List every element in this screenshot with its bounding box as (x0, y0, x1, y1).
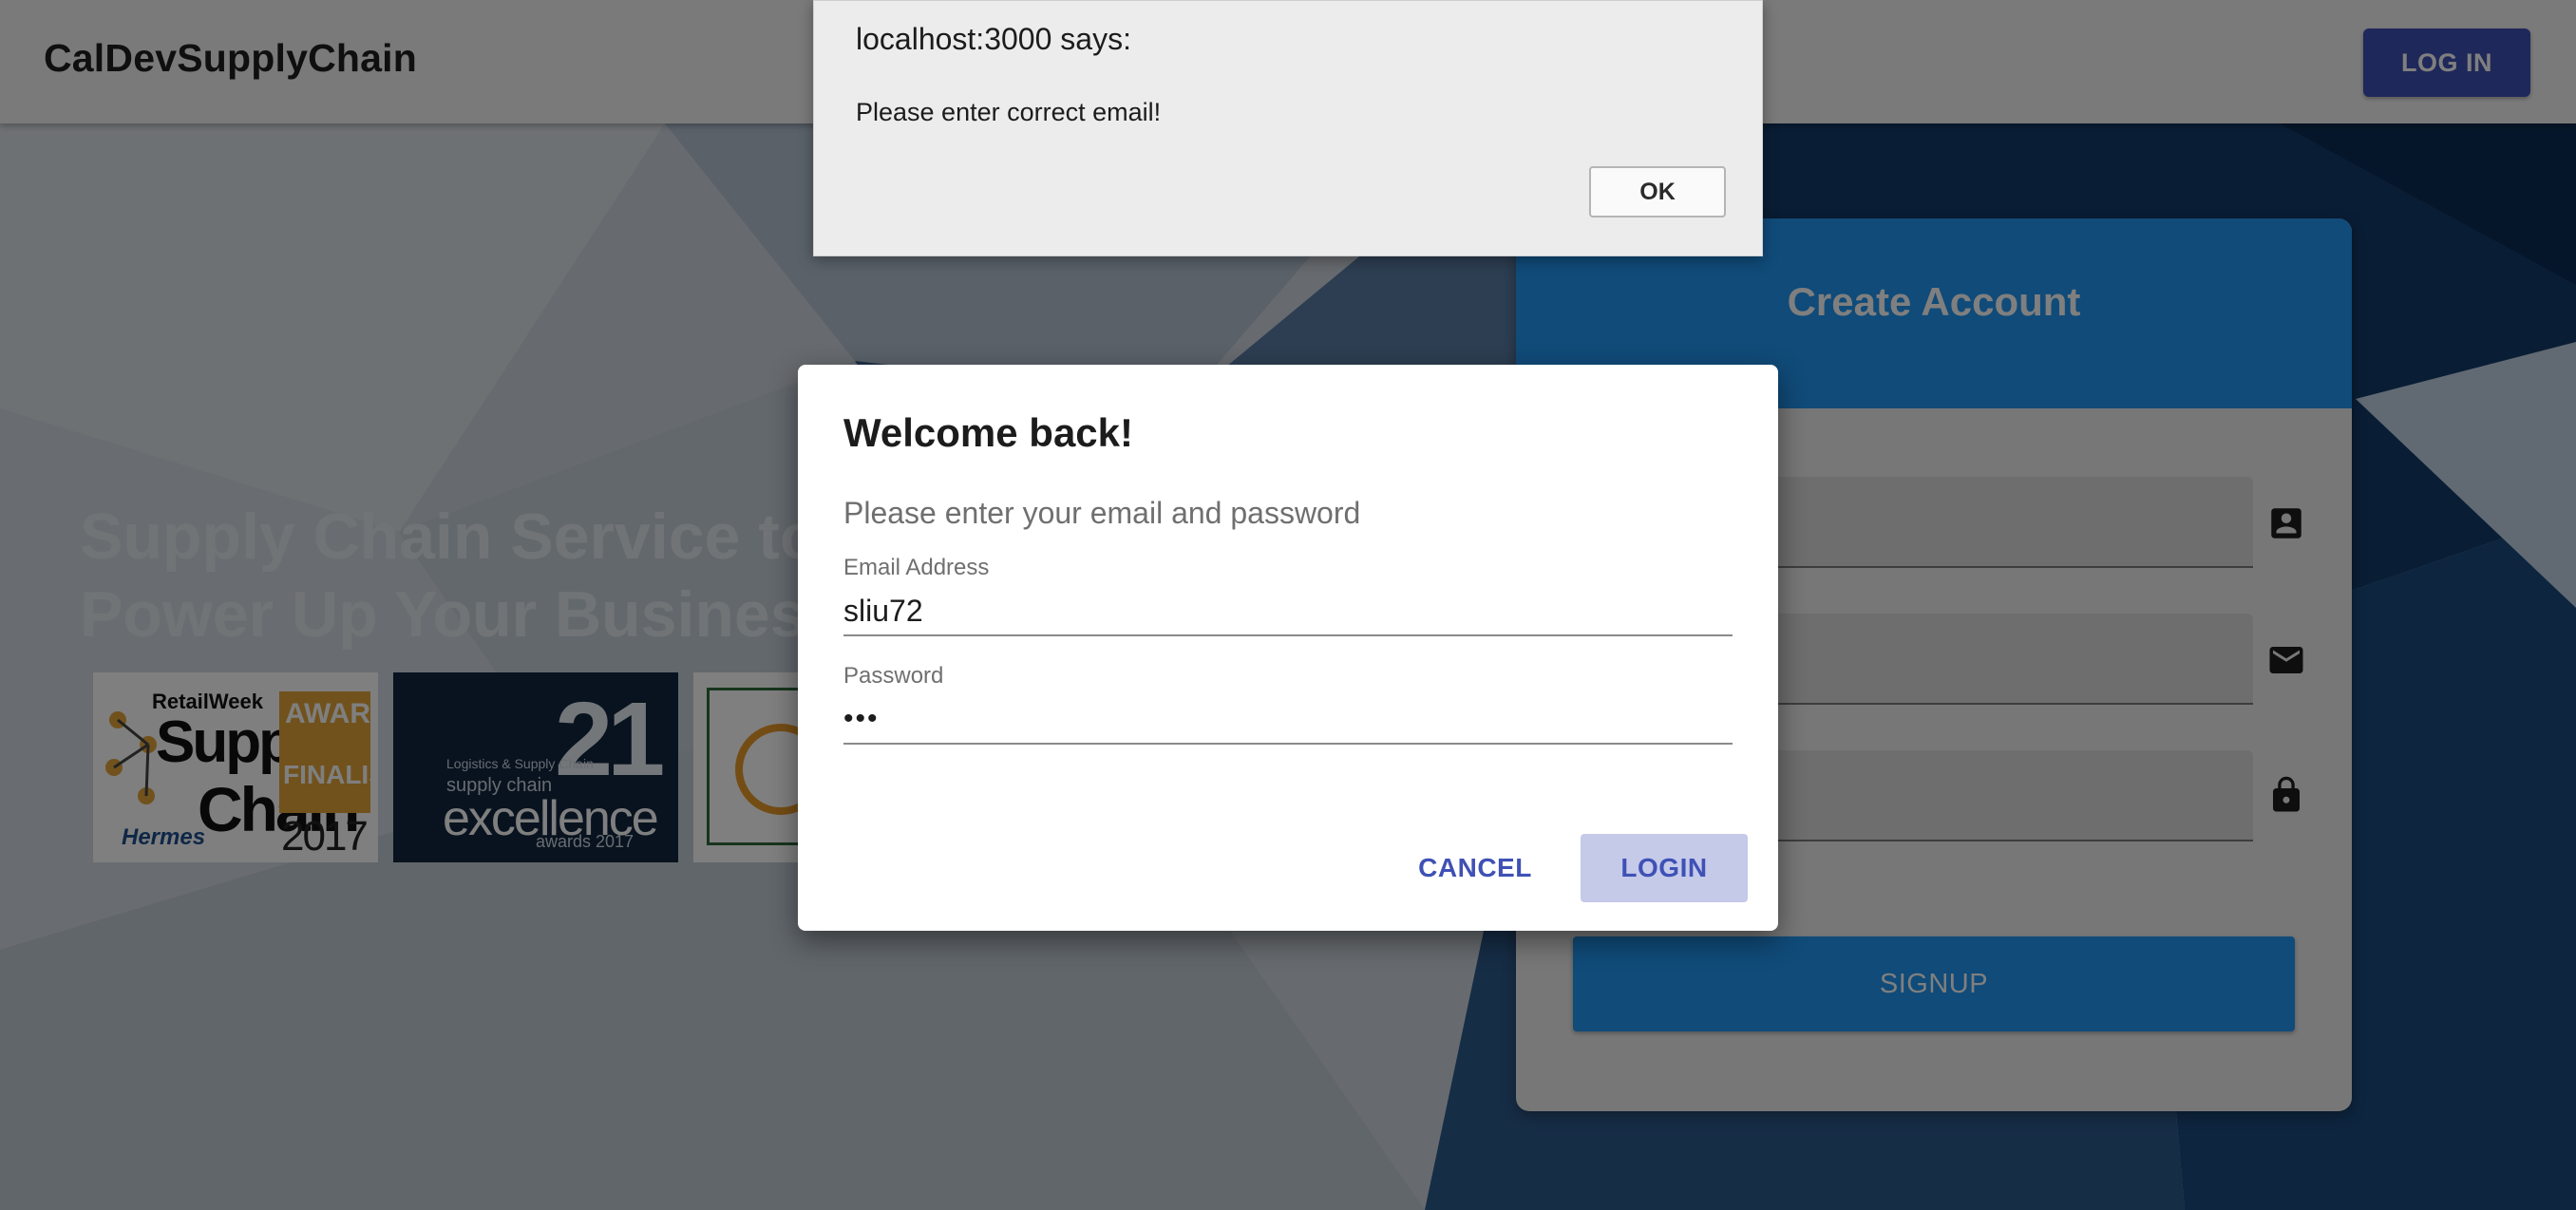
email-input[interactable] (843, 587, 1733, 636)
dialog-text: Please enter your email and password (843, 496, 1361, 530)
email-label: Email Address (843, 555, 990, 580)
alert-title: localhost:3000 says: (856, 22, 1131, 56)
page: CalDevSupplyChain LOG IN Supply Chain Se… (0, 0, 2576, 1210)
browser-alert-dialog: localhost:3000 says: Please enter correc… (813, 0, 1763, 256)
alert-ok-button[interactable]: OK (1589, 166, 1726, 217)
alert-message: Please enter correct email! (856, 98, 1162, 126)
login-button[interactable]: LOGIN (1581, 834, 1748, 902)
login-dialog: Welcome back! Please enter your email an… (798, 365, 1778, 931)
password-input[interactable] (843, 695, 1733, 745)
dialog-title: Welcome back! (843, 410, 1134, 455)
cancel-button[interactable]: CANCEL (1394, 834, 1556, 902)
password-label: Password (843, 663, 944, 689)
